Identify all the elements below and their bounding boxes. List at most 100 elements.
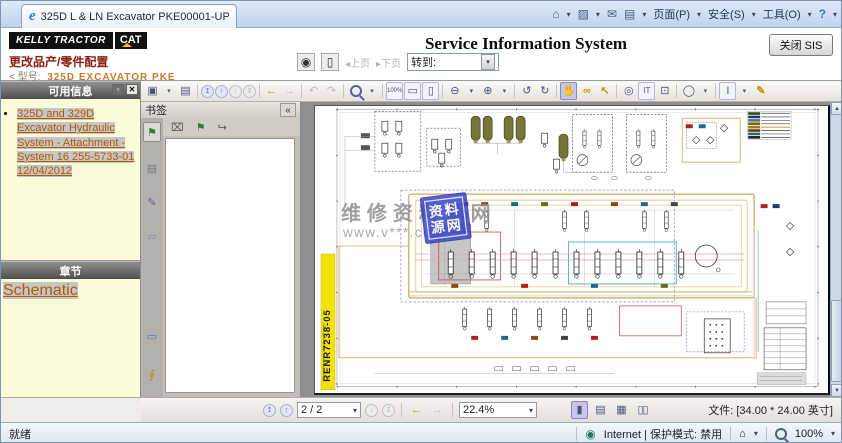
tab-attachments-icon[interactable]: ∮: [143, 364, 161, 384]
zoom-in-icon[interactable]: ⊕: [479, 82, 496, 100]
actual-size-icon[interactable]: 100%: [386, 82, 403, 100]
document-link[interactable]: 325D and 329D Excavator Hydraulic System…: [17, 108, 134, 177]
two-up-layout-icon[interactable]: ▦: [613, 401, 630, 419]
zoom-out-icon[interactable]: ⊖: [446, 82, 463, 100]
page-dropdown-icon[interactable]: ▾: [353, 406, 357, 415]
zoom-tool-icon[interactable]: [347, 82, 364, 100]
print-icon[interactable]: ▤: [177, 82, 194, 100]
scroll-down-icon[interactable]: ▼: [831, 384, 842, 397]
oval-dropdown-icon[interactable]: ▾: [698, 82, 712, 100]
tab-pages-icon[interactable]: ▤: [143, 158, 161, 178]
close-panel-button[interactable]: ✕: [126, 84, 138, 95]
menu-tools[interactable]: 工具(O): [763, 6, 801, 22]
tab-notes-icon[interactable]: ✎: [143, 192, 161, 212]
help-dropdown-icon[interactable]: ▾: [833, 10, 837, 19]
rotate-right-icon[interactable]: ↻: [536, 82, 553, 100]
zoom-level-select[interactable]: 22.4% ▾: [459, 402, 537, 418]
redo-icon[interactable]: ↷: [323, 82, 340, 100]
tab-layers-icon[interactable]: ▱: [143, 226, 161, 246]
zone-home-icon[interactable]: ⌂: [739, 428, 746, 440]
previous-page-icon[interactable]: ↑: [215, 85, 228, 98]
hand-tool-icon[interactable]: ✋: [560, 82, 577, 100]
minimize-button[interactable]: ▫: [112, 84, 124, 95]
tab-bookmarks-icon[interactable]: ⚑: [143, 122, 161, 142]
find-icon[interactable]: ◎: [620, 82, 637, 100]
tab-comments-icon[interactable]: ▭: [143, 326, 161, 346]
browser-zoom-level[interactable]: 100%: [795, 428, 823, 440]
menu-security-dropdown-icon[interactable]: ▾: [752, 10, 756, 19]
add-bookmark-icon[interactable]: ⚑: [196, 121, 206, 134]
next-view-icon[interactable]: →: [281, 82, 298, 100]
print-dropdown-icon[interactable]: ▾: [642, 10, 646, 19]
close-sis-button[interactable]: 关闭 SIS: [769, 34, 833, 56]
last-page-icon[interactable]: ↧: [382, 404, 395, 417]
sidebar: 可用信息 ▫ ✕ 325D and 329D Excavator Hydraul…: [1, 81, 141, 397]
scrollbar-thumb[interactable]: [831, 300, 842, 382]
rotate-left-icon[interactable]: ↺: [518, 82, 535, 100]
vertical-scrollbar[interactable]: ▲ ▼: [830, 102, 842, 397]
home-icon[interactable]: ⌂: [552, 7, 559, 21]
watermark-line1: 维修资料源网: [341, 201, 497, 225]
menu-page[interactable]: 页面(P): [653, 6, 690, 22]
single-page-layout-icon[interactable]: ▮: [571, 401, 588, 419]
oval-tool-icon[interactable]: ◯: [680, 82, 697, 100]
select-tool-icon[interactable]: ↖: [596, 82, 613, 100]
first-page-icon[interactable]: ↥: [201, 85, 214, 98]
textbox-tool-icon[interactable]: I: [719, 82, 736, 100]
select-text-icon[interactable]: IT: [638, 82, 655, 100]
previous-view-icon[interactable]: ←: [408, 401, 425, 419]
goto-dropdown-icon[interactable]: ▾: [481, 54, 495, 70]
export-icon[interactable]: ↪: [218, 121, 227, 134]
fit-width-icon[interactable]: ▭: [404, 82, 421, 100]
menu-page-dropdown-icon[interactable]: ▾: [697, 10, 701, 19]
help-icon[interactable]: ?: [819, 7, 826, 21]
next-page-icon[interactable]: ↓: [229, 85, 242, 98]
feed-icon[interactable]: ▨: [578, 7, 589, 21]
textbox-dropdown-icon[interactable]: ▾: [737, 82, 751, 100]
page-indicator-select[interactable]: 2 / 2 ▾: [297, 402, 361, 418]
zone-dropdown-icon[interactable]: ▾: [754, 429, 758, 438]
menu-tools-dropdown-icon[interactable]: ▾: [808, 10, 812, 19]
next-view-icon[interactable]: →: [429, 401, 446, 419]
trash-icon[interactable]: ⌧: [171, 121, 184, 134]
previous-page-icon[interactable]: ↑: [280, 404, 293, 417]
snapshot-icon[interactable]: ⊡: [656, 82, 673, 100]
schematic-link[interactable]: Schematic: [3, 282, 78, 299]
collapse-panel-icon[interactable]: «: [280, 103, 296, 117]
continuous-layout-icon[interactable]: ▤: [592, 401, 609, 419]
last-page-icon[interactable]: ↧: [243, 85, 256, 98]
mail-icon[interactable]: ✉: [607, 7, 617, 21]
feed-dropdown-icon[interactable]: ▾: [596, 10, 600, 19]
pdf-page[interactable]: RENR7238-05 16 Page, (Schematic) 34 Inch…: [314, 105, 831, 395]
pencil-icon[interactable]: ✎: [752, 82, 769, 100]
save-dropdown-icon[interactable]: ▾: [162, 82, 176, 100]
zoom-magnifier-icon[interactable]: [775, 428, 787, 440]
prev-page-button[interactable]: ◂上页: [345, 55, 370, 70]
ie-icon: e: [29, 9, 36, 24]
previous-view-icon[interactable]: ←: [263, 82, 280, 100]
goto-select[interactable]: 转到: ▾: [407, 53, 499, 71]
gear-icon[interactable]: ◉: [297, 53, 315, 71]
zoom-tool-dropdown-icon[interactable]: ▾: [365, 82, 379, 100]
new-document-icon[interactable]: ▯: [321, 53, 339, 71]
document-area[interactable]: RENR7238-05 16 Page, (Schematic) 34 Inch…: [301, 102, 842, 397]
print-icon[interactable]: ▤: [624, 7, 635, 21]
browser-tab[interactable]: e 325D L & LN Excavator PKE00001-UP (MAC…: [21, 4, 237, 28]
first-page-icon[interactable]: ↥: [263, 404, 276, 417]
bookmarks-toolbar: ⌧ ⚑ ↪: [163, 118, 300, 136]
bookmarks-list[interactable]: [165, 138, 295, 393]
zoom-in-dropdown-icon[interactable]: ▾: [497, 82, 511, 100]
scroll-up-icon[interactable]: ▲: [831, 102, 842, 115]
fit-page-icon[interactable]: ▯: [422, 82, 439, 100]
undo-icon[interactable]: ↶: [305, 82, 322, 100]
menu-security[interactable]: 安全(S): [708, 6, 745, 22]
zoom-out-dropdown-icon[interactable]: ▾: [464, 82, 478, 100]
zoom-dropdown-icon[interactable]: ▾: [529, 406, 533, 415]
next-page-button[interactable]: ▸下页: [376, 55, 401, 70]
home-dropdown-icon[interactable]: ▾: [567, 10, 571, 19]
facing-layout-icon[interactable]: ▯▯: [634, 401, 651, 419]
next-page-icon[interactable]: ↓: [365, 404, 378, 417]
browser-zoom-dropdown-icon[interactable]: ▾: [831, 429, 835, 438]
reading-mode-icon[interactable]: ∞: [578, 82, 595, 100]
save-icon[interactable]: ▣: [144, 82, 161, 100]
